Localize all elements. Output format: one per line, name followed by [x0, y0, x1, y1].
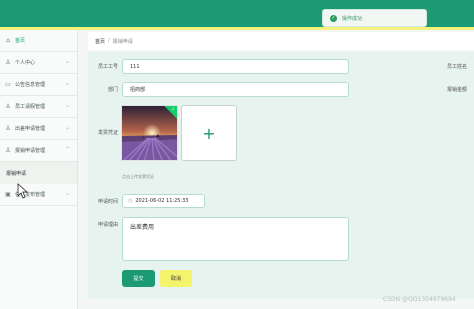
reason-label: 申请理由: [97, 222, 118, 228]
sidebar-item-personal-center[interactable]: ♙ 个人中心 ⌄: [0, 52, 77, 74]
upload-voucher-button[interactable]: +: [181, 105, 237, 161]
breadcrumb: 首页 / 报销申请: [88, 32, 474, 50]
employee-id-value: 111: [130, 63, 140, 70]
sidebar-item-label: 首页: [15, 38, 26, 44]
sidebar-item-notice-management[interactable]: ▭ 公告信息管理 ⌄: [0, 74, 77, 96]
department-value: 招商部: [130, 87, 146, 93]
voucher-label: 发票凭证: [97, 130, 118, 136]
sidebar-item-label: 出差申请管理: [15, 126, 46, 132]
clock-icon: ◷: [128, 198, 133, 204]
notice-icon: ▭: [5, 80, 11, 88]
chevron-up-icon: ⌃: [64, 146, 70, 153]
user-icon: ♙: [5, 58, 11, 66]
sidebar-item-label: 员工请假管理: [15, 104, 46, 110]
amount-label: 报销金额: [446, 87, 467, 93]
sidebar-subitem-reimbursement[interactable]: 报销申请: [0, 162, 77, 184]
upload-hint: 点击上传发票凭证: [122, 174, 154, 179]
employee-id-field[interactable]: 111: [122, 59, 349, 74]
reason-textarea[interactable]: 出差费用: [122, 217, 349, 261]
submit-button[interactable]: 提交: [122, 270, 155, 287]
sidebar: ⌂ 首页 ♙ 个人中心 ⌄ ▭ 公告信息管理 ⌄ ♙ 员工请假管理 ⌄ ♙ 出差…: [0, 30, 78, 309]
time-value: 2021-06-02 11:25:33: [135, 198, 189, 204]
user-icon: ♙: [5, 146, 11, 154]
check-icon: ✓: [171, 106, 176, 113]
watermark: CSDN @QQ1304979694: [383, 296, 456, 303]
sidebar-item-label: 个人中心: [15, 60, 36, 66]
breadcrumb-separator: /: [108, 38, 110, 44]
sidebar-item-business-trip-management[interactable]: ♙ 出差申请管理 ⌄: [0, 118, 77, 140]
uploaded-voucher-image[interactable]: ✓: [121, 105, 178, 161]
sidebar-item-label: 公告信息管理: [15, 82, 46, 88]
check-icon: ✓: [330, 14, 337, 22]
department-label: 部门: [107, 87, 118, 93]
user-icon: ♙: [5, 102, 11, 110]
chevron-down-icon: ⌄: [64, 124, 70, 131]
sidebar-item-label: 报销申请管理: [15, 148, 46, 154]
sidebar-item-home[interactable]: ⌂ 首页: [0, 30, 77, 52]
chevron-down-icon: ⌄: [64, 58, 70, 65]
task-icon: ▣: [5, 190, 11, 198]
sidebar-subitem-label: 报销申请: [6, 170, 27, 177]
employee-name-label: 员工姓名: [446, 64, 467, 70]
breadcrumb-current: 报销申请: [112, 38, 133, 45]
success-toast: ✓ 操作成功: [322, 9, 427, 27]
cancel-button[interactable]: 取消: [160, 270, 192, 287]
toast-message: 操作成功: [342, 15, 363, 22]
plus-icon: +: [202, 123, 216, 143]
reason-value: 出差费用: [130, 224, 155, 231]
home-icon: ⌂: [6, 36, 10, 44]
breadcrumb-home[interactable]: 首页: [95, 38, 105, 45]
chevron-down-icon: ⌄: [64, 190, 70, 197]
time-label: 申请时间: [97, 199, 118, 205]
sidebar-item-reimbursement-management[interactable]: ♙ 报销申请管理 ⌃: [0, 140, 77, 162]
department-field[interactable]: 招商部: [122, 82, 349, 97]
time-field[interactable]: ◷ 2021-06-02 11:25:33: [122, 194, 205, 208]
user-icon: ♙: [5, 124, 11, 132]
sidebar-item-task-management[interactable]: ▣ 任务发布管理 ⌄: [0, 184, 77, 206]
employee-id-label: 员工工号: [97, 64, 118, 70]
mouse-cursor-icon: [17, 183, 27, 199]
chevron-down-icon: ⌄: [64, 80, 70, 87]
chevron-down-icon: ⌄: [64, 102, 70, 109]
sidebar-item-leave-management[interactable]: ♙ 员工请假管理 ⌄: [0, 96, 77, 118]
